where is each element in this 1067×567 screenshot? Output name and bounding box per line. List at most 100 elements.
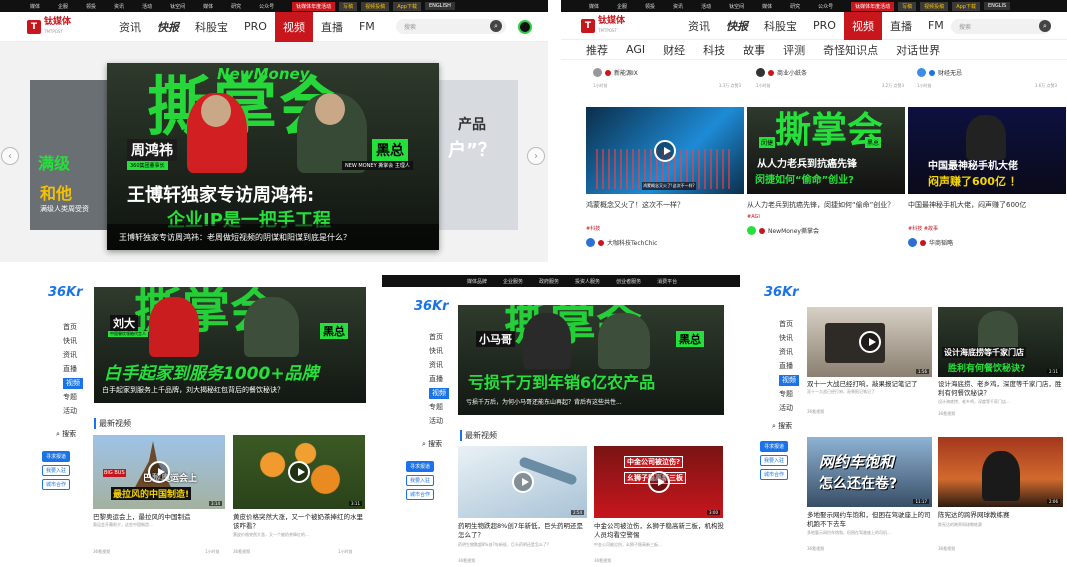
video-author[interactable]: 36氪视频 [594,558,611,564]
topbar-link[interactable]: 活动 [142,3,152,10]
carousel-next-slide[interactable]: 产品 户”？ [438,80,518,230]
join-button[interactable]: 我要入驻 [406,475,435,486]
tab-finance[interactable]: 财经 [663,42,685,58]
topbar-link[interactable]: 创业者服务 [616,278,641,285]
topbar-link[interactable]: 政府服务 [539,278,559,285]
list-item[interactable]: 新能源IX 1小时前 3.3万 点赞3 [593,68,741,89]
sidebar-item-event[interactable]: 活动 [63,404,83,418]
nav-item-stock[interactable]: 科股宝 [756,11,805,41]
nav-item-flash[interactable]: 快报 [149,12,187,42]
nav-item-pro[interactable]: PRO [236,12,275,42]
carousel-prev-slide[interactable]: 满级 和他 满级人类周受资 [30,80,110,230]
city-partner-button[interactable]: 城市合作 [42,479,71,490]
carousel-main-slide[interactable]: NewMoney 撕掌会 周鸿祎 360集团董事长 黑总 NEW MONEY 撕… [107,63,439,250]
sidebar-item-home[interactable]: 首页 [429,330,449,344]
tab-recommend[interactable]: 推荐 [586,42,608,58]
search-icon[interactable]: ⌕ [490,20,502,32]
search-icon[interactable]: ⌕ [1039,20,1051,32]
play-icon[interactable] [654,139,676,162]
nav-item-pro[interactable]: PRO [805,11,844,41]
sidebar-item-video[interactable]: 视频 [779,375,799,386]
play-icon[interactable] [288,461,310,483]
write-button[interactable]: 写稿 [339,1,358,11]
app-download-button[interactable]: App下载 [393,1,421,11]
video-author[interactable]: 36氪视频 [807,409,824,415]
sidebar-item-news[interactable]: 资讯 [779,345,799,359]
topbar-link[interactable]: 活动 [701,3,711,10]
video-title[interactable]: 从人力老兵到抗癌先锋，闵捷如何“偷命”创业？ [747,200,905,211]
join-button[interactable]: 我要入驻 [42,465,71,476]
hero-caption[interactable]: 亏损千万后，为何小马哥还能东山再起？背后有这些共性... [466,397,622,406]
sidebar-item-live[interactable]: 直播 [779,359,799,373]
video-thumbnail[interactable]: 撕掌会 闵捷 黑总 从人力老兵到抗癌先锋 闵捷如何“偷命”创业? [747,107,905,194]
topbar-link[interactable]: 研究 [231,3,241,10]
sidebar-item-live[interactable]: 直播 [429,372,449,386]
hero-video[interactable]: 撕掌会 小马哥 黑总 亏损千万到年销6亿农产品 亏损千万后，为何小马哥还能东山再… [458,305,724,415]
topbar-link[interactable]: 企业服务 [503,278,523,285]
seek-coverage-button[interactable]: 寻求报道 [42,451,71,462]
tab-story[interactable]: 故事 [743,42,765,58]
play-icon[interactable] [511,471,534,493]
video-tag[interactable]: #AGI [747,214,905,220]
nav-item-video[interactable]: 视频 [843,11,882,40]
tab-review[interactable]: 评测 [783,42,805,58]
seek-coverage-button[interactable]: 寻求报道 [406,461,435,472]
nav-item-live[interactable]: 直播 [313,12,351,42]
video-thumbnail[interactable]: 2:06 [938,437,1063,507]
activity-button[interactable]: 钛媒体年度活动 [292,1,336,11]
nav-item-video[interactable]: 视频 [274,11,313,42]
sidebar-item-flash[interactable]: 快讯 [63,334,83,348]
video-thumbnail[interactable]: 中国最神秘手机大佬 闷声赚了600亿 ！ [908,107,1066,194]
sidebar-item-video[interactable]: 视频 [429,388,449,399]
tmtpost-logo[interactable]: T 钛媒体 TMTPOST [581,16,625,35]
carousel-next-arrow[interactable]: › [527,147,545,165]
video-post-button[interactable]: 视频投稿 [361,1,390,11]
video-title[interactable]: 多地娶示网约车饱和，但困在驾驶座上的司机跑不下去车 [807,511,932,529]
list-item[interactable]: 商业小纸条 1小时前 3.2万 点赞3 [756,68,904,89]
nav-item-live[interactable]: 直播 [882,11,920,41]
topbar-link[interactable]: 钛空间 [729,3,744,10]
play-icon[interactable] [647,471,670,493]
video-thumbnail[interactable]: BIG BUS 巴黎奥运会上 最拉风的中国制造! 3:14 [93,435,225,509]
nav-item-fm[interactable]: FM [920,11,952,41]
tab-odd-knowledge[interactable]: 奇怪知识点 [823,42,878,58]
video-author[interactable]: 36氪视频 [938,411,955,417]
video-author[interactable]: 36氪视频 [458,558,475,564]
video-author[interactable]: 36氪视频 [807,546,824,552]
list-item[interactable]: 财经无忌 1小时前 3.6万 点赞3 [917,68,1057,89]
video-title[interactable]: 药明生物跌超8%创7年新低，巨头药明还是怎么了？ [458,522,588,540]
sidebar-item-topic[interactable]: 专题 [429,400,449,414]
carousel-prev-arrow[interactable]: ‹ [1,147,19,165]
write-button[interactable]: 写稿 [898,1,917,11]
hero-video[interactable]: 撕掌会 刘大 中国餐饮领袖代言人 黑总 白手起家到服务1000+品牌 白手起家到… [94,287,366,403]
topbar-link[interactable]: 媒体 [762,3,772,10]
video-thumbnail[interactable]: 设计海底捞等千家门店 胜利有何餐饮秘诀? 2:11 [938,307,1063,377]
nav-item-flash[interactable]: 快报 [718,11,756,41]
video-title[interactable]: 中国最神秘手机大佬，闷声赚了600亿 [908,200,1066,211]
sidebar-item-video[interactable]: 视频 [63,378,83,389]
video-author[interactable]: 36氪视频 [93,549,110,555]
city-partner-button[interactable]: 城市合作 [406,489,435,500]
sidebar-item-news[interactable]: 资讯 [63,348,83,362]
nav-item-stock[interactable]: 科股宝 [187,12,236,42]
topbar-link[interactable]: 资讯 [673,3,683,10]
topbar-link[interactable]: 媒体 [30,3,40,10]
sidebar-item-flash[interactable]: 快讯 [779,331,799,345]
tab-dialogue[interactable]: 对话世界 [896,42,940,58]
search-input[interactable]: 搜索 [951,19,1051,34]
video-title[interactable]: 鸿蒙概念又火了！这次不一样？ [586,200,744,211]
seek-coverage-button[interactable]: 寻求报道 [760,441,789,452]
english-button[interactable]: ENGLIS [983,2,1011,10]
topbar-link[interactable]: 企服 [58,3,68,10]
topbar-link[interactable]: 领投 [86,3,96,10]
search-button[interactable]: ⌕ 搜索 [56,429,76,439]
topbar-link[interactable]: 消费平台 [657,278,677,285]
topbar-link[interactable]: 企服 [617,3,627,10]
app-download-button[interactable]: App下载 [952,1,980,11]
play-icon[interactable] [148,461,170,483]
english-button[interactable]: ENGLISH [424,2,455,10]
video-title[interactable]: 巴黎奥运会上，最拉风的中国制造 [93,513,225,522]
topbar-link[interactable]: 媒体品牌 [467,278,487,285]
sidebar-item-live[interactable]: 直播 [63,362,83,376]
sidebar-item-event[interactable]: 活动 [429,414,449,428]
